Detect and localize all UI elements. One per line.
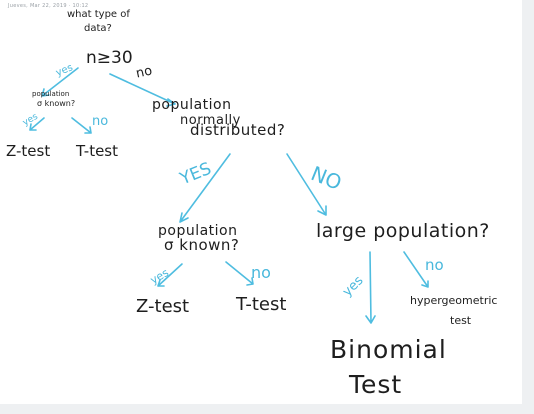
large-sigma-question-line-2: σ known? [164,236,240,254]
arrow-large-pop-to-binomial [365,251,376,324]
hypergeometric-test-line-2: test [450,314,472,327]
normal-question-line-3: distributed? [190,121,286,139]
root-question-line-2: data? [84,23,112,34]
edge-label-no-small-t: no [92,114,109,129]
large-population-question: large population? [316,220,490,242]
binomial-test-line-1: Binomial [330,335,447,364]
arrow-small-to-t [71,117,92,134]
large-t-test-leaf: T-test [236,294,287,315]
sample-size-node: n≥30 [86,48,133,68]
small-t-test-leaf: T-test [76,142,119,160]
root-question-line-1: what type of [67,9,130,20]
small-z-test-leaf: Z-test [6,142,51,160]
binomial-test-line-2: Test [349,370,403,399]
edge-label-no-normal: no [134,63,154,82]
decision-tree-arrows [29,67,429,324]
arrow-large-sigma-to-t [225,261,254,286]
small-sigma-question-line-1: population [32,90,70,98]
hypergeometric-test-line-1: hypergeometric [410,294,498,307]
edge-label-no-hyper: no [425,256,444,274]
normal-question-line-1: population [152,97,232,113]
small-sigma-question-line-2: σ known? [37,99,76,108]
edge-label-no-large-t: no [251,263,271,282]
large-z-test-leaf: Z-test [136,296,190,317]
whiteboard-canvas: Jueves, Mar 22, 2019 · 10:12 what type o… [0,0,534,414]
